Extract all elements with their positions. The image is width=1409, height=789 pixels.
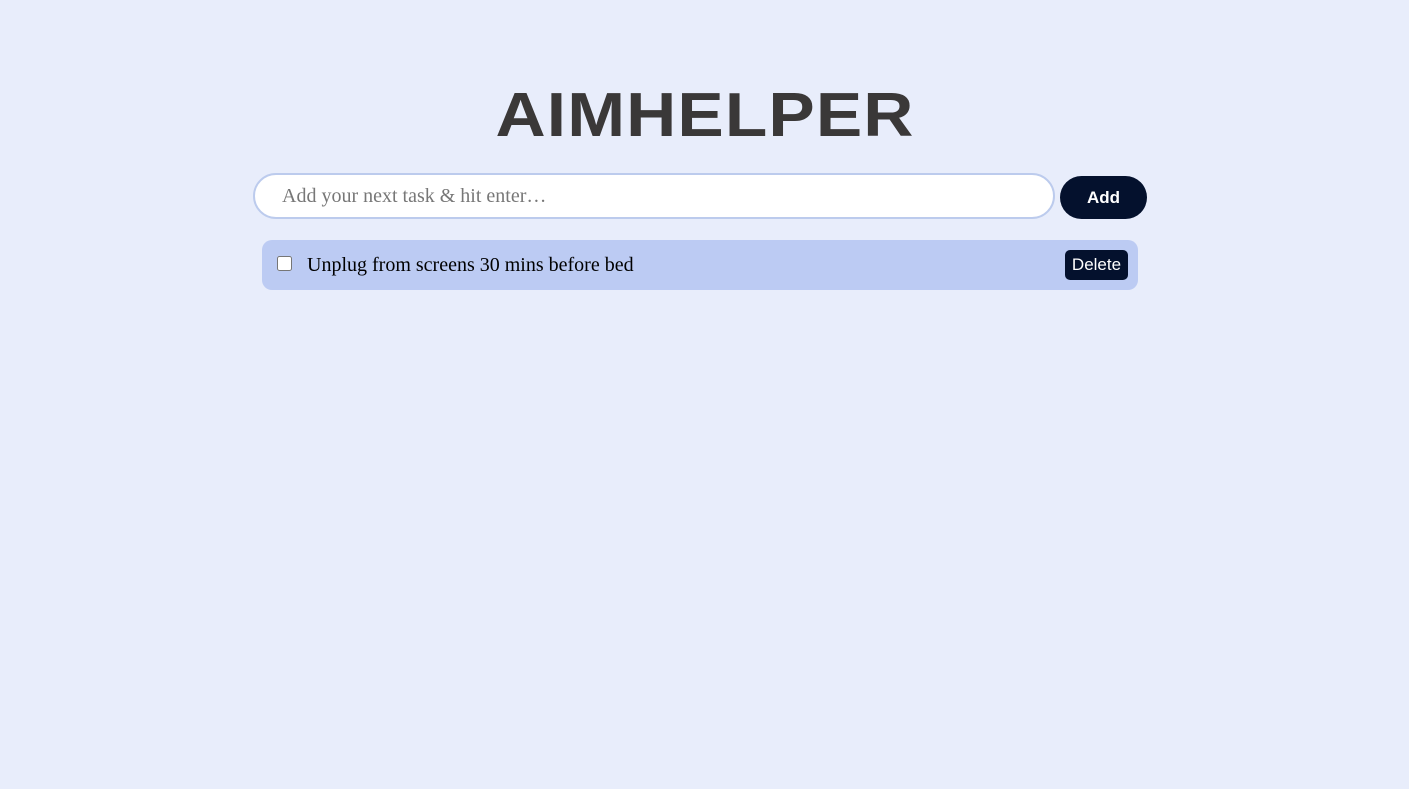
task-text: Unplug from screens 30 mins before bed	[307, 254, 634, 276]
task-input[interactable]	[253, 173, 1055, 219]
add-task-button[interactable]: Add	[1060, 176, 1147, 219]
task-list: Unplug from screens 30 mins before bed D…	[262, 240, 1138, 290]
task-item: Unplug from screens 30 mins before bed D…	[262, 240, 1138, 290]
delete-task-button[interactable]: Delete	[1065, 250, 1128, 280]
task-complete-checkbox[interactable]	[277, 256, 292, 271]
app-title: AIMHELPER	[495, 81, 915, 150]
add-task-form: Add	[253, 173, 1153, 221]
